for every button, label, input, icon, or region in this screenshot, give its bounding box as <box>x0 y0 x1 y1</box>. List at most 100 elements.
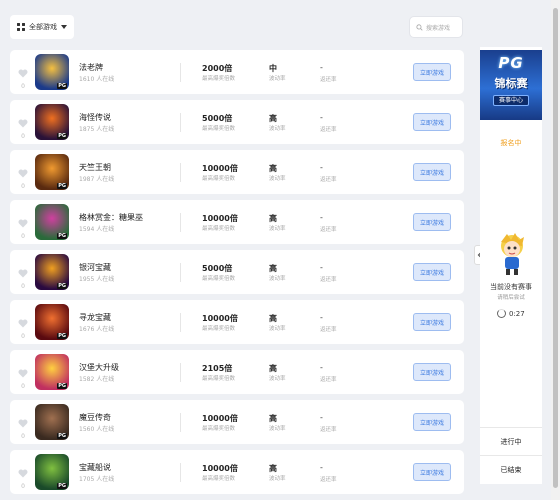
game-row[interactable]: 0 PG 魔豆传奇 1560 人在线 10000倍 最高爆奖倍数 高 波动率 - … <box>10 400 464 444</box>
game-row[interactable]: 0 PG 寻龙宝藏 1676 人在线 10000倍 最高爆奖倍数 高 波动率 - … <box>10 300 464 344</box>
volatility-label: 波动率 <box>269 376 286 382</box>
game-name[interactable]: 格林赏金：糖果巫 <box>79 212 143 223</box>
online-label: 人在线 <box>96 176 115 183</box>
online-number: 1987 <box>79 176 95 183</box>
heart-icon <box>18 319 28 328</box>
game-thumbnail[interactable]: PG <box>35 154 69 190</box>
favorite-toggle[interactable]: 0 <box>17 413 29 440</box>
play-now-button[interactable]: 立即游戏 <box>413 363 451 381</box>
online-label: 人在线 <box>96 476 115 483</box>
play-now-button[interactable]: 立即游戏 <box>413 313 451 331</box>
divider <box>180 313 181 332</box>
scrollbar-thumb[interactable] <box>553 8 558 488</box>
online-count: 1875 人在线 <box>79 124 114 133</box>
play-now-button[interactable]: 立即游戏 <box>413 63 451 81</box>
return-rate: - <box>320 163 323 172</box>
play-now-button[interactable]: 立即游戏 <box>413 213 451 231</box>
volatility: 中 <box>269 64 277 73</box>
online-label: 人在线 <box>96 126 115 133</box>
volatility: 高 <box>269 164 277 173</box>
return-rate: - <box>320 213 323 222</box>
banner-logo: PG <box>498 54 524 72</box>
return-rate-label: 返还率 <box>320 377 337 383</box>
return-rate-label: 返还率 <box>320 427 337 433</box>
pg-badge: PG <box>57 133 67 139</box>
pg-badge: PG <box>57 83 67 89</box>
no-tournament-subtitle: 请稍后尝试 <box>497 295 525 301</box>
search-input[interactable]: 搜索游戏 <box>409 16 463 38</box>
favorite-toggle[interactable]: 0 <box>17 363 29 390</box>
game-thumbnail[interactable]: PG <box>35 404 69 440</box>
game-name[interactable]: 银河宝藏 <box>79 262 111 273</box>
return-rate: - <box>320 263 323 272</box>
play-now-button[interactable]: 立即游戏 <box>413 463 451 481</box>
online-count: 1610 人在线 <box>79 74 114 83</box>
max-multiplier: 10000倍 <box>202 414 238 423</box>
divider <box>180 163 181 182</box>
tournament-panel: PG 锦标赛 赛事中心 报名中 当前没有赛事 请稍后尝试 0:27 进行中 已结… <box>480 47 542 484</box>
online-count: 1560 人在线 <box>79 424 114 433</box>
heart-icon <box>18 119 28 128</box>
play-now-button[interactable]: 立即游戏 <box>413 413 451 431</box>
game-row[interactable]: 0 PG 宝藏船说 1705 人在线 10000倍 最高爆奖倍数 高 波动率 - … <box>10 450 464 494</box>
game-thumbnail[interactable]: PG <box>35 354 69 390</box>
game-row[interactable]: 0 PG 汉堡大升级 1582 人在线 2105倍 最高爆奖倍数 高 波动率 - … <box>10 350 464 394</box>
game-row[interactable]: 0 PG 银河宝藏 1955 人在线 5000倍 最高爆奖倍数 高 波动率 - 返… <box>10 250 464 294</box>
pg-badge: PG <box>57 283 67 289</box>
no-tournament-title: 当前没有赛事 <box>490 283 532 291</box>
return-rate-label: 返还率 <box>320 227 337 233</box>
favorite-toggle[interactable]: 0 <box>17 163 29 190</box>
tab-ongoing[interactable]: 进行中 <box>480 427 542 455</box>
favorite-toggle[interactable]: 0 <box>17 113 29 140</box>
game-name[interactable]: 天竺王朝 <box>79 162 111 173</box>
game-thumbnail[interactable]: PG <box>35 54 69 90</box>
search-placeholder: 搜索游戏 <box>426 24 451 32</box>
game-thumbnail[interactable]: PG <box>35 104 69 140</box>
game-name[interactable]: 汉堡大升级 <box>79 362 119 373</box>
volatility: 高 <box>269 464 277 473</box>
tournament-banner[interactable]: PG 锦标赛 赛事中心 <box>480 50 542 120</box>
return-rate: - <box>320 413 323 422</box>
favorite-toggle[interactable]: 0 <box>17 63 29 90</box>
favorite-toggle[interactable]: 0 <box>17 463 29 490</box>
favorite-toggle[interactable]: 0 <box>17 263 29 290</box>
game-thumbnail[interactable]: PG <box>35 254 69 290</box>
return-rate: - <box>320 463 323 472</box>
game-list: 0 PG 法老牌 1610 人在线 2000倍 最高爆奖倍数 中 波动率 - 返还… <box>10 50 464 500</box>
registration-status[interactable]: 报名中 <box>480 138 542 148</box>
online-number: 1582 <box>79 376 95 383</box>
play-now-button[interactable]: 立即游戏 <box>413 263 451 281</box>
online-number: 1594 <box>79 226 95 233</box>
game-row[interactable]: 0 PG 海怪传说 1875 人在线 5000倍 最高爆奖倍数 高 波动率 - 返… <box>10 100 464 144</box>
volatility-label: 波动率 <box>269 126 286 132</box>
game-thumbnail[interactable]: PG <box>35 454 69 490</box>
game-name[interactable]: 海怪传说 <box>79 112 111 123</box>
mascot-illustration <box>501 233 524 275</box>
game-name[interactable]: 魔豆传奇 <box>79 412 111 423</box>
favorite-count: 0 <box>21 483 25 490</box>
return-rate: - <box>320 363 323 372</box>
play-now-button[interactable]: 立即游戏 <box>413 113 451 131</box>
game-name[interactable]: 法老牌 <box>79 62 103 73</box>
tab-ended[interactable]: 已结束 <box>480 455 542 483</box>
online-count: 1582 人在线 <box>79 374 114 383</box>
max-multiplier-label: 最高爆奖倍数 <box>202 376 236 382</box>
game-row[interactable]: 0 PG 天竺王朝 1987 人在线 10000倍 最高爆奖倍数 高 波动率 - … <box>10 150 464 194</box>
heart-icon <box>18 469 28 478</box>
play-now-button[interactable]: 立即游戏 <box>413 163 451 181</box>
game-row[interactable]: 0 PG 格林赏金：糖果巫 1594 人在线 10000倍 最高爆奖倍数 高 波动… <box>10 200 464 244</box>
max-multiplier-label: 最高爆奖倍数 <box>202 76 236 82</box>
pg-badge: PG <box>57 383 67 389</box>
favorite-toggle[interactable]: 0 <box>17 313 29 340</box>
game-row[interactable]: 0 PG 法老牌 1610 人在线 2000倍 最高爆奖倍数 中 波动率 - 返还… <box>10 50 464 94</box>
max-multiplier-label: 最高爆奖倍数 <box>202 426 236 432</box>
favorite-toggle[interactable]: 0 <box>17 213 29 240</box>
banner-subtitle: 赛事中心 <box>493 95 529 106</box>
max-multiplier-label: 最高爆奖倍数 <box>202 476 236 482</box>
game-thumbnail[interactable]: PG <box>35 304 69 340</box>
game-filter-dropdown[interactable]: 全部游戏 <box>10 15 74 39</box>
volatility: 高 <box>269 414 277 423</box>
game-thumbnail[interactable]: PG <box>35 204 69 240</box>
game-name[interactable]: 宝藏船说 <box>79 462 111 473</box>
game-name[interactable]: 寻龙宝藏 <box>79 312 111 323</box>
